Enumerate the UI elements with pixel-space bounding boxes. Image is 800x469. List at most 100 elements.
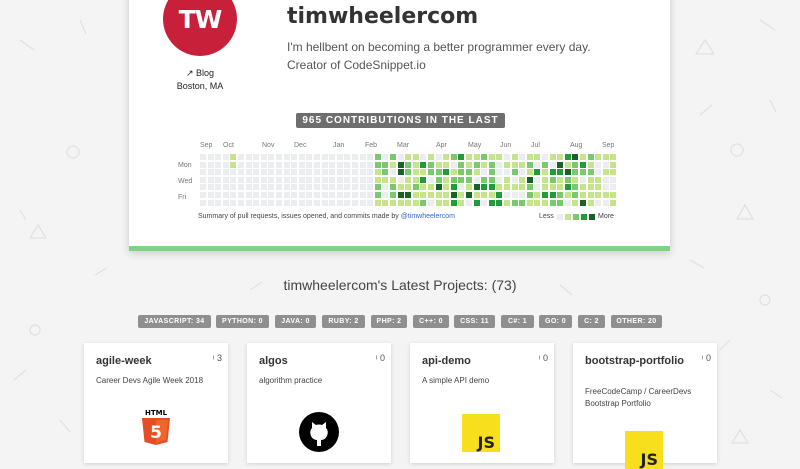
contribution-day-cell bbox=[564, 154, 571, 160]
contribution-day-cell bbox=[458, 184, 465, 191]
profile-bio: I'm hellbent on becoming a better progra… bbox=[287, 40, 591, 72]
contribution-day-cell bbox=[420, 199, 427, 206]
language-filter-chip[interactable]: C++: 0 bbox=[413, 315, 449, 328]
contributions-headline: 965 CONTRIBUTIONS IN THE LAST YEAR bbox=[296, 113, 505, 141]
contribution-day-cell bbox=[352, 161, 358, 168]
contribution-day-cell bbox=[595, 184, 602, 191]
contribution-day-cell bbox=[602, 199, 609, 206]
contribution-day-cell bbox=[397, 176, 404, 183]
repo-name[interactable]: bootstrap-portfolio bbox=[585, 354, 685, 368]
repo-card[interactable]: api-demo ᵎ 0 A simple API demo JS bbox=[410, 343, 554, 463]
contribution-day-cell bbox=[450, 169, 457, 176]
repo-stars: ᵎ 3 bbox=[213, 353, 222, 363]
language-filter-chip[interactable]: PYTHON: 0 bbox=[216, 315, 269, 328]
legend-swatch bbox=[581, 214, 587, 220]
blog-link[interactable]: ↗ Blog bbox=[175, 68, 225, 79]
contribution-day-cell bbox=[291, 154, 298, 160]
contribution-day-cell bbox=[496, 199, 503, 206]
contribution-day-cell bbox=[580, 169, 586, 176]
month-label: Jul bbox=[531, 142, 540, 149]
repo-name[interactable]: api-demo bbox=[422, 354, 522, 368]
contribution-day-cell bbox=[329, 199, 336, 206]
repo-card[interactable]: bootstrap-portfolio ᵎ 0 FreeCodeCamp / C… bbox=[573, 343, 717, 469]
repo-card[interactable]: algos ᵎ 0 algorithm practice bbox=[247, 343, 391, 463]
contribution-day-cell bbox=[329, 184, 336, 191]
contribution-day-cell bbox=[412, 169, 419, 176]
contribution-day-cell bbox=[572, 176, 579, 183]
contribution-day-cell bbox=[435, 169, 442, 176]
contribution-day-cell bbox=[298, 154, 305, 160]
contribution-day-cell bbox=[397, 169, 404, 176]
repo-description: FreeCodeCamp / CareerDevs Bootstrap Port… bbox=[585, 387, 692, 408]
contribution-day-cell bbox=[367, 199, 374, 206]
contribution-day-cell bbox=[504, 184, 510, 191]
language-filter-chip[interactable]: RUBY: 2 bbox=[322, 315, 365, 328]
contribution-day-cell bbox=[336, 169, 343, 176]
day-label: Wed bbox=[178, 178, 193, 185]
contribution-day-cell bbox=[352, 192, 358, 198]
contribution-day-cell bbox=[435, 176, 442, 183]
contribution-day-cell bbox=[321, 169, 328, 176]
contribution-day-cell bbox=[298, 199, 305, 206]
language-filter-chip[interactable]: JAVASCRIPT: 34 bbox=[138, 315, 211, 328]
language-filter-chip[interactable]: PHP: 2 bbox=[371, 315, 407, 328]
language-filter-chip[interactable]: GO: 0 bbox=[539, 315, 572, 328]
language-filter-chip[interactable]: OTHER: 20 bbox=[611, 315, 662, 328]
contribution-day-cell bbox=[595, 176, 602, 183]
contribution-day-cell bbox=[587, 192, 594, 198]
language-filter-chip[interactable]: CSS: 11 bbox=[454, 315, 495, 328]
contribution-day-cell bbox=[306, 184, 313, 191]
contribution-day-cell bbox=[230, 192, 237, 198]
contribution-day-cell bbox=[519, 161, 526, 168]
contribution-day-cell bbox=[466, 199, 472, 206]
contribution-day-cell bbox=[610, 184, 617, 191]
contribution-day-cell bbox=[488, 199, 495, 206]
contribution-day-cell bbox=[564, 199, 571, 206]
language-filter-chip[interactable]: JAVA: 0 bbox=[275, 315, 316, 328]
contribution-day-cell bbox=[336, 199, 343, 206]
contribution-day-cell bbox=[610, 199, 617, 206]
contribution-day-cell bbox=[306, 199, 313, 206]
repo-name[interactable]: agile-week bbox=[96, 354, 196, 368]
contribution-day-cell bbox=[222, 184, 229, 191]
location: Boston, MA bbox=[176, 81, 224, 91]
contribution-day-cell bbox=[321, 161, 328, 168]
contribution-day-cell bbox=[253, 169, 260, 176]
contribution-day-cell bbox=[420, 161, 427, 168]
contribution-day-cell bbox=[397, 199, 404, 206]
contribution-day-cell bbox=[215, 199, 222, 206]
contribution-day-cell bbox=[481, 184, 488, 191]
contribution-day-cell bbox=[260, 154, 267, 160]
contribution-day-cell bbox=[276, 169, 282, 176]
contribution-day-cell bbox=[352, 169, 358, 176]
contribution-day-cell bbox=[504, 169, 510, 176]
language-filter-chip[interactable]: C#: 1 bbox=[501, 315, 534, 328]
contribution-day-cell bbox=[458, 169, 465, 176]
contribution-day-cell bbox=[549, 161, 556, 168]
contribution-day-cell bbox=[564, 192, 571, 198]
summary-user-link[interactable]: @timwheelercom bbox=[401, 213, 455, 220]
language-filter-chip[interactable]: C: 2 bbox=[578, 315, 605, 328]
contribution-day-cell bbox=[276, 154, 282, 160]
svg-text:5: 5 bbox=[150, 423, 162, 443]
fork-icon: ᵎ bbox=[539, 353, 541, 363]
svg-text:HTML: HTML bbox=[145, 409, 168, 417]
contribution-day-cell bbox=[496, 176, 503, 183]
contribution-day-cell bbox=[314, 199, 320, 206]
contribution-day-cell bbox=[420, 176, 427, 183]
contribution-day-cell bbox=[245, 154, 252, 160]
contribution-day-cell bbox=[466, 192, 472, 198]
contribution-day-cell bbox=[238, 176, 244, 183]
contribution-day-cell bbox=[382, 192, 389, 198]
contribution-day-cell bbox=[222, 161, 229, 168]
repo-card[interactable]: agile-week ᵎ 3 Career Devs Agile Week 20… bbox=[84, 343, 228, 463]
repo-name[interactable]: algos bbox=[259, 354, 359, 368]
contribution-day-cell bbox=[549, 154, 556, 160]
contribution-day-cell bbox=[466, 161, 472, 168]
repo-star-count: 0 bbox=[379, 353, 385, 363]
month-label: Sep bbox=[602, 142, 615, 149]
contribution-day-cell bbox=[443, 161, 450, 168]
contribution-day-cell bbox=[382, 154, 389, 160]
month-label: Feb bbox=[365, 142, 378, 149]
contribution-day-cell bbox=[390, 169, 396, 176]
